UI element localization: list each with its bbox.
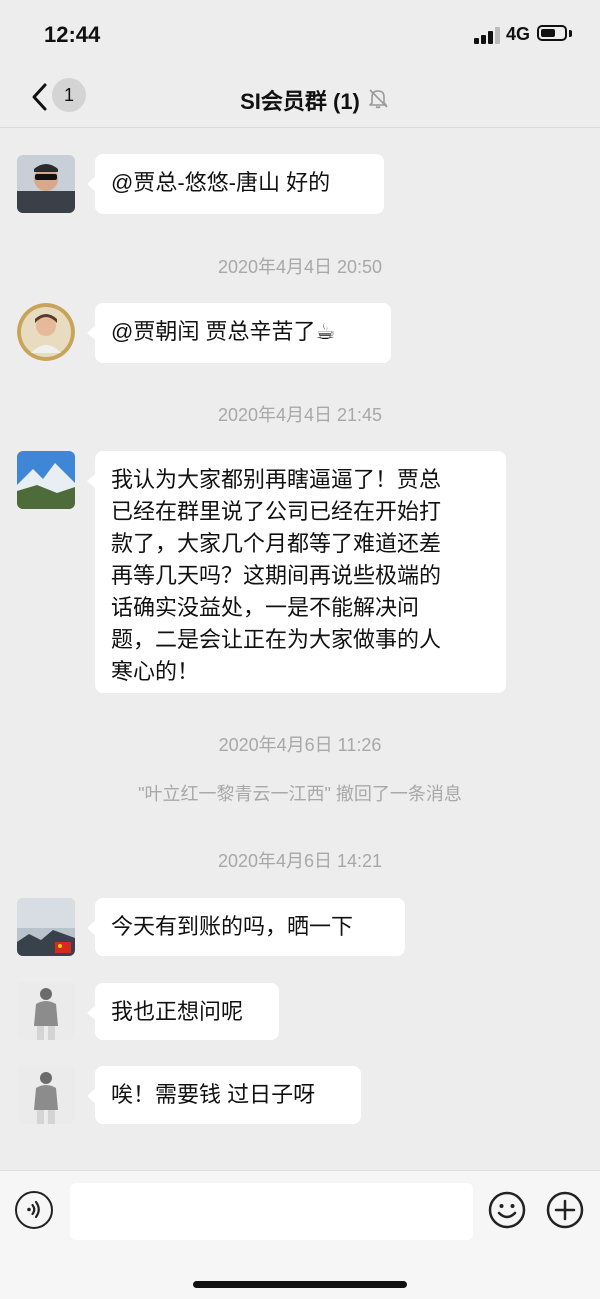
message-text: @贾朝闰 贾总辛苦了☕ — [111, 319, 336, 344]
message-text: @贾总-悠悠-唐山 好的 — [111, 170, 331, 195]
voice-icon[interactable] — [15, 1191, 53, 1229]
message-bubble[interactable]: 我认为大家都别再瞎逼逼了！贾总 已经在群里说了公司已经在开始打 款了，大家几个月… — [87, 451, 506, 693]
message-bubble[interactable]: @贾朝闰 贾总辛苦了☕ — [87, 303, 391, 363]
message-text-line: 款了，大家几个月都等了难道还差 — [111, 531, 442, 556]
message-text-line: 寒心的！ — [111, 659, 200, 684]
emoji-icon[interactable] — [488, 1191, 526, 1229]
recall-notice: "叶立红一黎青云一江西" 撤回了一条消息 — [138, 784, 462, 804]
message-text-line: 题，二是会让正在为大家做事的人 — [111, 627, 442, 652]
avatar[interactable] — [17, 982, 75, 1040]
timestamp: 2020年4月6日 14:21 — [217, 851, 383, 871]
avatar[interactable] — [17, 1066, 75, 1124]
message-bubble[interactable]: @贾总-悠悠-唐山 好的 — [87, 154, 384, 214]
avatar[interactable] — [17, 451, 75, 509]
battery-cap — [569, 30, 572, 37]
signal-icon — [474, 26, 502, 44]
avatar[interactable] — [17, 155, 75, 213]
message-input[interactable] — [70, 1183, 473, 1240]
message-bubble[interactable]: 我也正想问呢 — [87, 983, 279, 1040]
message-text-line: 再等几天吗？这期间再说些极端的 — [111, 563, 442, 588]
input-bar — [0, 1170, 600, 1299]
message-list: @贾总-悠悠-唐山 好的 2020年4月4日 20:50 @贾朝闰 贾总辛苦了☕… — [0, 128, 600, 1170]
avatar[interactable] — [17, 303, 75, 361]
plus-circle-icon[interactable] — [546, 1191, 584, 1229]
message-text: 我也正想问呢 — [111, 999, 244, 1024]
nav-bar: 1 SI会员群 (1) — [0, 68, 600, 128]
message-text: 唉！需要钱 过日子呀 — [111, 1082, 316, 1107]
timestamp: 2020年4月6日 11:26 — [218, 735, 382, 755]
timestamp: 2020年4月4日 20:50 — [217, 257, 383, 277]
message-bubble[interactable]: 今天有到账的吗，晒一下 — [87, 898, 405, 956]
bell-slash-icon — [369, 89, 388, 109]
network-label: 4G — [506, 24, 531, 44]
avatar[interactable] — [17, 898, 75, 956]
message-text-line: 已经在群里说了公司已经在开始打 — [111, 499, 442, 524]
status-bar: 12:44 4G — [0, 0, 600, 68]
message-text-line: 我认为大家都别再瞎逼逼了！贾总 — [111, 467, 442, 492]
status-time: 12:44 — [44, 22, 101, 47]
timestamp: 2020年4月4日 21:45 — [217, 405, 383, 425]
battery-icon — [537, 25, 567, 41]
home-indicator[interactable] — [193, 1281, 407, 1288]
chat-title: SI会员群 (1) — [240, 89, 360, 114]
message-text-line: 话确实没益处，一是不能解决问 — [111, 595, 420, 620]
message-bubble[interactable]: 唉！需要钱 过日子呀 — [87, 1066, 361, 1124]
message-text: 今天有到账的吗，晒一下 — [111, 914, 354, 939]
